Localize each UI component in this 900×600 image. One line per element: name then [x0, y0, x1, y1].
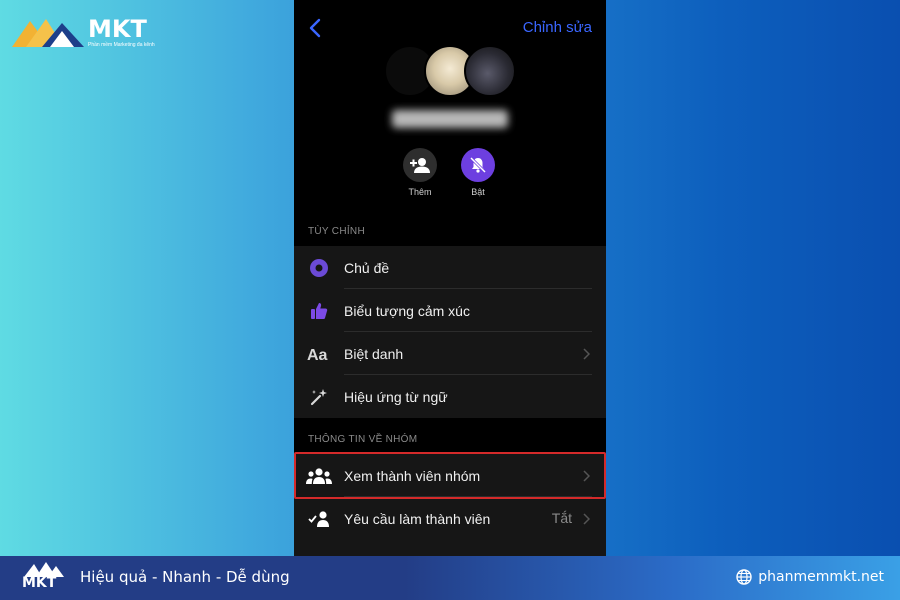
list-item-word-effects[interactable]: Hiệu ứng từ ngữ	[294, 375, 606, 418]
customize-list: Chủ đề Biểu tượng cảm xúc Aa Biệt danh H…	[294, 246, 606, 418]
list-item-label: Hiệu ứng từ ngữ	[344, 388, 448, 405]
list-item-nickname[interactable]: Aa Biệt danh	[294, 332, 606, 375]
banner-logo-wordmark: MKT	[22, 575, 57, 591]
list-item-emoji[interactable]: Biểu tượng cảm xúc	[294, 289, 606, 332]
website-text: phanmemmkt.net	[758, 569, 884, 585]
membership-requests-status: Tắt	[551, 510, 572, 526]
group-info-section-title: THÔNG TIN VỀ NHÓM	[308, 434, 418, 445]
group-info-list: Xem thành viên nhóm Yêu cầu làm thành vi…	[294, 454, 606, 556]
add-person-icon	[410, 158, 430, 173]
group-avatars[interactable]	[384, 45, 516, 97]
list-item-theme[interactable]: Chủ đề	[294, 246, 606, 289]
banner-slogan: Hiệu quả - Nhanh - Dễ dùng	[80, 568, 290, 586]
globe-icon	[736, 569, 752, 585]
add-member-label: Thêm	[408, 187, 432, 197]
list-item-membership-requests[interactable]: Yêu cầu làm thành viên Tắt	[294, 497, 606, 540]
group-people-icon	[306, 467, 332, 484]
customize-section-title: TÙY CHỈNH	[308, 226, 365, 237]
banner-logo: MKT	[18, 558, 68, 598]
list-item-label: Chủ đề	[344, 259, 390, 276]
logo-wordmark: MKT	[88, 14, 147, 43]
text-aa-icon: Aa	[307, 347, 328, 363]
add-member-button[interactable]: Thêm	[390, 148, 450, 197]
list-item-view-members[interactable]: Xem thành viên nhóm	[294, 454, 606, 497]
mkt-logo: MKT Phần mềm Marketing đa kênh	[12, 12, 172, 52]
mkt-mountain-logo-icon	[12, 19, 84, 47]
list-item-label: Biệt danh	[344, 345, 404, 362]
chevron-right-icon	[583, 348, 590, 360]
mute-toggle-button[interactable]: Bật	[448, 148, 508, 197]
chevron-right-icon	[583, 470, 590, 482]
banner-website[interactable]: phanmemmkt.net	[736, 569, 884, 585]
avatar	[464, 45, 516, 97]
bell-off-icon	[469, 156, 487, 174]
svg-text:Aa: Aa	[307, 347, 328, 363]
group-name-blurred	[392, 110, 508, 128]
person-check-icon	[308, 510, 329, 527]
mute-toggle-label: Bật	[471, 187, 485, 197]
thumbs-up-icon	[311, 302, 328, 319]
bottom-banner: MKT Hiệu quả - Nhanh - Dễ dùng phanmemmk…	[0, 556, 900, 600]
list-item-label: Yêu cầu làm thành viên	[344, 510, 491, 527]
list-item-label: Biểu tượng cảm xúc	[344, 302, 470, 319]
logo-tagline: Phần mềm Marketing đa kênh	[88, 41, 155, 48]
edit-button[interactable]: Chỉnh sửa	[523, 19, 592, 36]
messenger-group-settings-screen: Chỉnh sửa Thêm Bật TÙY CHỈNH Chủ đề Biểu…	[294, 0, 606, 556]
sparkle-wand-icon	[310, 388, 327, 405]
list-item-label: Xem thành viên nhóm	[344, 467, 481, 484]
chevron-left-icon[interactable]	[308, 18, 322, 38]
chevron-right-icon	[583, 513, 590, 525]
theme-circle-icon	[310, 258, 328, 277]
